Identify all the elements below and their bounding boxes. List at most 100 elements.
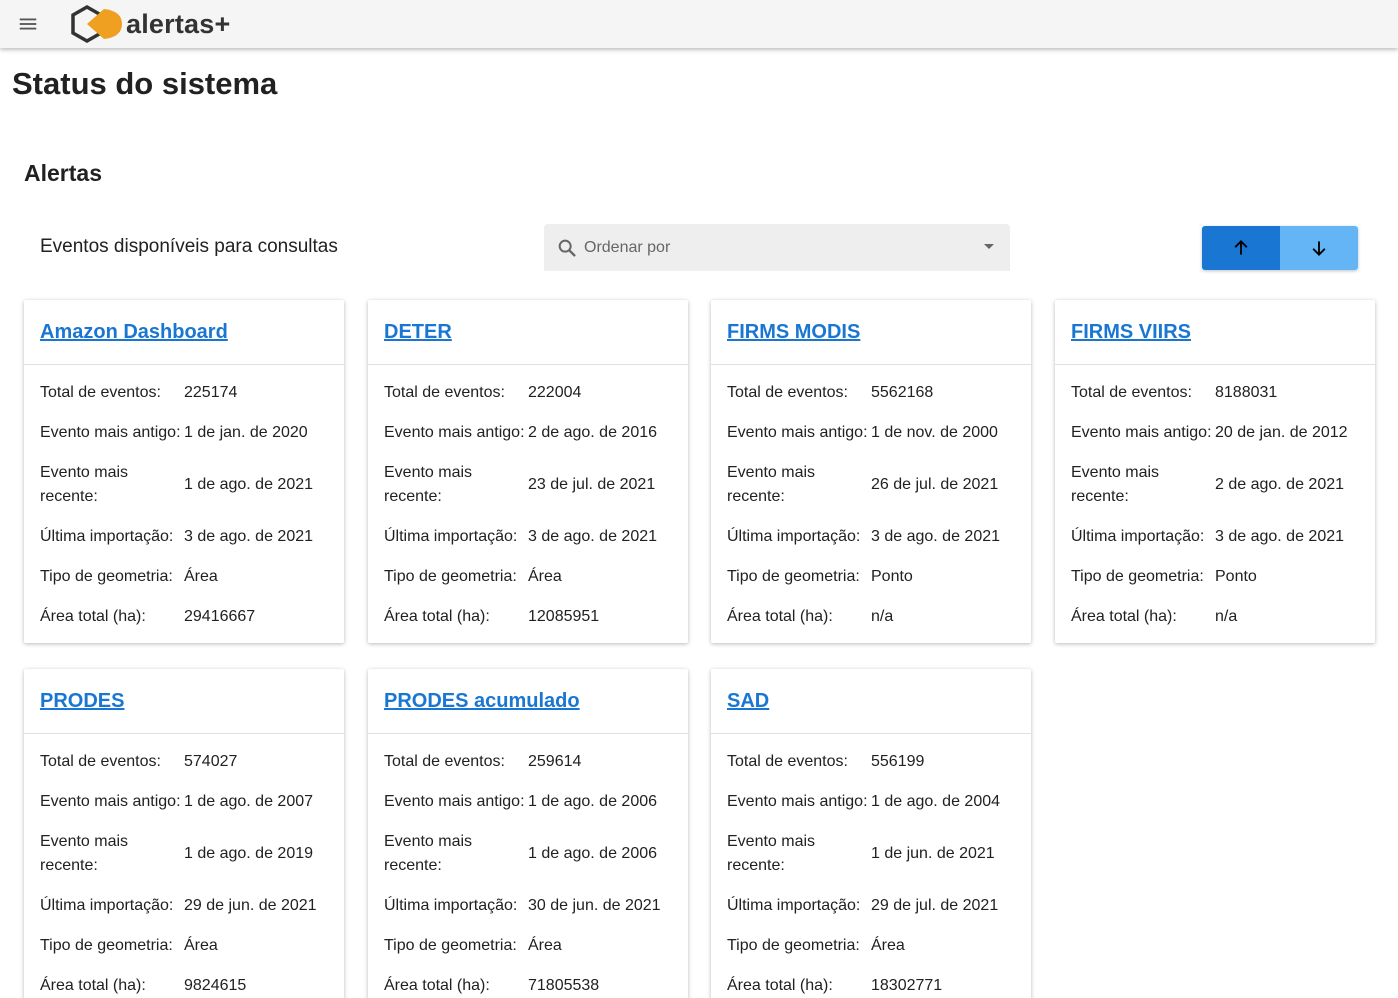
label-oldest: Evento mais antigo:	[1071, 424, 1212, 441]
sort-ascending-button[interactable]	[1202, 226, 1280, 270]
row-area: Área total (ha): n/a	[1071, 605, 1359, 629]
row-last-import: Última importação: 29 de jul. de 2021	[727, 894, 1015, 918]
card-body: Total de eventos: 8188031 Evento mais ant…	[1055, 365, 1375, 643]
search-icon	[558, 239, 576, 257]
value-newest: 1 de jun. de 2021	[871, 845, 995, 862]
row-newest: Evento mais recente: 2 de ago. de 2021	[1071, 461, 1359, 509]
label-total: Total de eventos:	[1071, 384, 1192, 401]
row-oldest: Evento mais antigo: 1 de jan. de 2020	[40, 421, 328, 445]
value-oldest: 1 de ago. de 2007	[184, 793, 314, 810]
row-total: Total de eventos: 574027	[40, 750, 328, 774]
card-body: Total de eventos: 222004 Evento mais anti…	[368, 365, 688, 643]
value-last-import: 3 de ago. de 2021	[528, 528, 658, 545]
label-newest: Evento mais recente:	[727, 464, 816, 505]
label-total: Total de eventos:	[384, 753, 505, 770]
row-oldest: Evento mais antigo: 1 de ago. de 2007	[40, 790, 328, 814]
card-title-link[interactable]: FIRMS MODIS	[727, 321, 860, 344]
logo-text: alertas+	[126, 8, 231, 39]
row-area: Área total (ha): 71805538	[384, 974, 672, 998]
menu-button[interactable]	[0, 0, 56, 48]
order-toggle	[1202, 226, 1358, 270]
value-total: 5562168	[871, 384, 934, 401]
row-geometry: Tipo de geometria: Ponto	[1071, 565, 1359, 589]
arrow-down-icon	[1312, 241, 1326, 256]
label-newest: Evento mais recente:	[40, 464, 129, 505]
value-newest: 23 de jul. de 2021	[528, 476, 656, 493]
label-area: Área total (ha):	[40, 977, 146, 994]
value-last-import: 3 de ago. de 2021	[1215, 528, 1345, 545]
row-total: Total de eventos: 222004	[384, 381, 672, 405]
row-oldest: Evento mais antigo: 1 de ago. de 2004	[727, 790, 1015, 814]
label-total: Total de eventos:	[384, 384, 505, 401]
row-area: Área total (ha): 18302771	[727, 974, 1015, 998]
label-total: Total de eventos:	[40, 384, 161, 401]
row-geometry: Tipo de geometria: Ponto	[727, 565, 1015, 589]
card-title-link[interactable]: PRODES	[40, 690, 124, 713]
card-title-link[interactable]: FIRMS VIIRS	[1071, 321, 1191, 344]
label-geometry: Tipo de geometria:	[40, 568, 173, 585]
label-area: Área total (ha):	[727, 977, 833, 994]
label-area: Área total (ha):	[1071, 608, 1177, 625]
value-geometry: Área	[871, 937, 905, 954]
row-area: Área total (ha): n/a	[727, 605, 1015, 629]
value-area: n/a	[871, 608, 894, 625]
row-area: Área total (ha): 12085951	[384, 605, 672, 629]
card-body: Total de eventos: 556199 Evento mais anti…	[711, 734, 1031, 998]
label-total: Total de eventos:	[727, 753, 848, 770]
card-body: Total de eventos: 574027 Evento mais anti…	[24, 734, 344, 998]
row-area: Área total (ha): 29416667	[40, 605, 328, 629]
value-oldest: 1 de ago. de 2006	[528, 793, 658, 810]
card-header: PRODES acumulado	[368, 669, 688, 734]
sort-descending-button[interactable]	[1280, 226, 1358, 270]
label-geometry: Tipo de geometria:	[384, 568, 517, 585]
row-last-import: Última importação: 3 de ago. de 2021	[727, 525, 1015, 549]
value-last-import: 30 de jun. de 2021	[528, 897, 661, 914]
card-header: SAD	[711, 669, 1031, 734]
value-last-import: 3 de ago. de 2021	[184, 528, 314, 545]
event-card: SAD Total de eventos: 556199 Evento mais …	[711, 669, 1031, 998]
value-total: 225174	[184, 384, 238, 401]
value-newest: 1 de ago. de 2021	[184, 476, 314, 493]
label-last-import: Última importação:	[384, 528, 518, 545]
event-card: FIRMS MODIS Total de eventos: 5562168 Eve…	[711, 300, 1031, 643]
app-logo[interactable]: alertas+	[70, 3, 230, 45]
value-newest: 1 de ago. de 2019	[184, 845, 314, 862]
value-newest: 26 de jul. de 2021	[871, 476, 999, 493]
card-header: FIRMS MODIS	[711, 300, 1031, 365]
row-oldest: Evento mais antigo: 1 de ago. de 2006	[384, 790, 672, 814]
value-last-import: 29 de jul. de 2021	[871, 897, 999, 914]
menu-icon	[19, 18, 37, 30]
value-total: 222004	[528, 384, 582, 401]
card-title-link[interactable]: DETER	[384, 321, 452, 344]
label-oldest: Evento mais antigo:	[40, 424, 181, 441]
value-total: 259614	[528, 753, 582, 770]
row-last-import: Última importação: 3 de ago. de 2021	[40, 525, 328, 549]
event-card: PRODES acumulado Total de eventos: 259614…	[368, 669, 688, 998]
event-card: PRODES Total de eventos: 574027 Evento ma…	[24, 669, 344, 998]
row-newest: Evento mais recente: 1 de jun. de 2021	[727, 830, 1015, 878]
row-geometry: Tipo de geometria: Área	[384, 565, 672, 589]
value-geometry: Área	[528, 568, 562, 585]
value-total: 8188031	[1215, 384, 1278, 401]
card-title-link[interactable]: PRODES acumulado	[384, 690, 580, 713]
sort-input[interactable]	[584, 238, 964, 257]
card-header: Amazon Dashboard	[24, 300, 344, 365]
sort-select[interactable]	[544, 224, 1010, 271]
label-newest: Evento mais recente:	[384, 464, 473, 505]
value-last-import: 3 de ago. de 2021	[871, 528, 1001, 545]
row-newest: Evento mais recente: 1 de ago. de 2019	[40, 830, 328, 878]
event-card: DETER Total de eventos: 222004 Evento mai…	[368, 300, 688, 643]
row-geometry: Tipo de geometria: Área	[40, 565, 328, 589]
card-title-link[interactable]: Amazon Dashboard	[40, 321, 228, 344]
value-geometry: Ponto	[1215, 568, 1257, 585]
value-oldest: 1 de ago. de 2004	[871, 793, 1001, 810]
card-title-link[interactable]: SAD	[727, 690, 769, 713]
row-area: Área total (ha): 9824615	[40, 974, 328, 998]
label-oldest: Evento mais antigo:	[727, 793, 868, 810]
label-newest: Evento mais recente:	[384, 833, 473, 874]
label-newest: Evento mais recente:	[1071, 464, 1160, 505]
row-newest: Evento mais recente: 1 de ago. de 2006	[384, 830, 672, 878]
value-area: n/a	[1215, 608, 1238, 625]
label-area: Área total (ha):	[727, 608, 833, 625]
value-oldest: 1 de jan. de 2020	[184, 424, 308, 441]
